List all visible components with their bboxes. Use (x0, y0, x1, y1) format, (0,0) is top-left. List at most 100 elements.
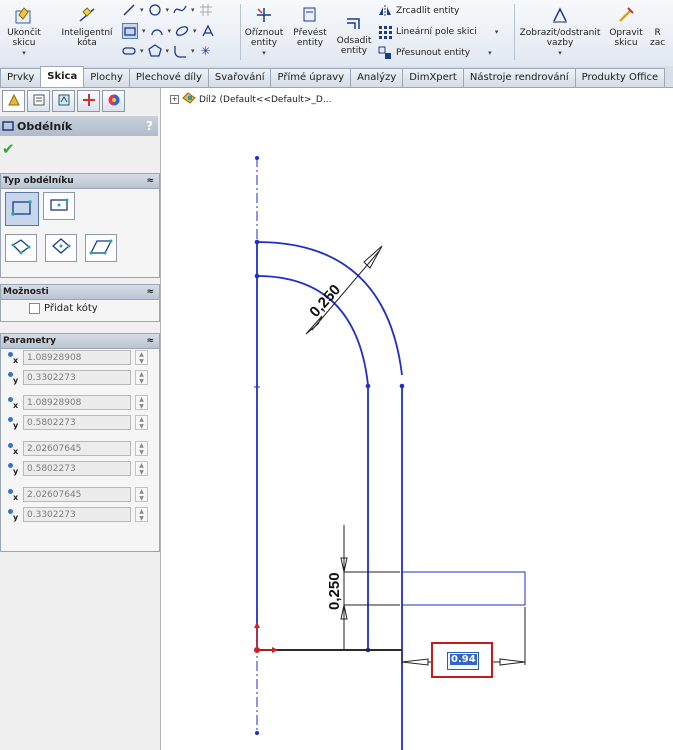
parameter-field[interactable]: 0.5802273 (23, 415, 131, 430)
slot-icon[interactable] (122, 44, 136, 58)
tab-8[interactable]: Nástroje rendrování (462, 68, 576, 87)
corner-rectangle-icon (10, 198, 34, 221)
group-header[interactable]: Možnosti ≈ (1, 285, 159, 300)
tab-6[interactable]: Analýzy (350, 68, 404, 87)
spin-buttons[interactable]: ▲ ▼ (135, 507, 148, 522)
coordinate-y-icon: y (8, 509, 22, 522)
tab-9[interactable]: Produkty Office (574, 68, 666, 87)
spline-icon[interactable] (173, 3, 187, 17)
ok-check-icon[interactable]: ✔ (2, 140, 15, 158)
tab-2[interactable]: Plochy (83, 68, 130, 87)
parameter-field[interactable]: 1.08928908 (23, 350, 131, 365)
convert-icon (299, 4, 321, 26)
line-icon[interactable] (122, 3, 136, 17)
dimension-value-field[interactable]: 0.94 (447, 652, 479, 670)
parameter-row: x 1.08928908 ▲ ▼ (1, 394, 159, 412)
offset-entities-button[interactable]: Odsadit entity (334, 10, 374, 70)
convert-label: Převést entity (293, 28, 327, 48)
display-manager-tab[interactable] (102, 90, 125, 112)
tab-0[interactable]: Prvky (0, 68, 42, 87)
spin-buttons[interactable]: ▲ ▼ (135, 487, 148, 502)
tab-1[interactable]: Skica (40, 66, 85, 87)
add-dimensions-checkbox[interactable] (29, 303, 40, 314)
tab-7[interactable]: DimXpert (402, 68, 464, 87)
smart-dimension-button[interactable]: Inteligentní kóta (58, 2, 116, 62)
parameter-row: x 2.02607645 ▲ ▼ (1, 440, 159, 458)
collapse-icon: ≈ (146, 287, 154, 297)
corner-rectangle-button[interactable] (5, 192, 39, 226)
collapse-icon: ≈ (146, 176, 154, 186)
collapse-icon: ≈ (146, 336, 154, 346)
spin-buttons[interactable]: ▲ ▼ (135, 350, 148, 365)
grid-icon[interactable] (199, 3, 213, 17)
ellipse-icon[interactable] (175, 24, 189, 38)
repair-sketch-button[interactable]: Opravit skicu (606, 2, 646, 62)
parameter-row: y 0.3302273 ▲ ▼ (1, 506, 159, 524)
3point-corner-icon (10, 237, 32, 260)
dimension-input-box[interactable]: 0.94 (431, 642, 493, 678)
spin-buttons[interactable]: ▲ ▼ (135, 370, 148, 385)
center-rectangle-button[interactable] (43, 192, 75, 220)
group-header[interactable]: Parametry ≈ (1, 334, 159, 349)
tab-4[interactable]: Svařování (207, 68, 272, 87)
spin-buttons[interactable]: ▲ ▼ (135, 461, 148, 476)
parallelogram-button[interactable] (85, 234, 117, 262)
linear-pattern-icon (378, 25, 392, 39)
part-label[interactable]: Díl2 (Default<<Default>_D... (199, 95, 331, 105)
expand-icon[interactable]: + (170, 95, 179, 104)
help-icon[interactable]: ? (146, 119, 153, 133)
spin-buttons[interactable]: ▲ ▼ (135, 415, 148, 430)
circle-icon[interactable] (148, 3, 162, 17)
display-relations-button[interactable]: Zobrazit/odstranit vazby ▾ (518, 2, 602, 62)
sketch-tools-row-2: ▾ ▾ ▾ (122, 23, 215, 39)
parameter-field[interactable]: 2.02607645 (23, 487, 131, 502)
3point-center-icon (50, 237, 72, 260)
3point-corner-rectangle-button[interactable] (5, 234, 37, 262)
property-manager-tab[interactable] (27, 90, 50, 112)
parameter-field[interactable]: 0.3302273 (23, 370, 131, 385)
feature-manager-tab[interactable] (2, 90, 25, 112)
move-icon (378, 46, 392, 60)
exit-sketch-button[interactable]: Ukončit skicu ▾ (2, 2, 46, 62)
parameter-field[interactable]: 0.5802273 (23, 461, 131, 476)
parameter-row: y 0.3302273 ▲ ▼ (1, 369, 159, 387)
dimxpert-icon (82, 93, 96, 110)
smart-dimension-icon (76, 4, 98, 26)
move-entities-button[interactable]: Přesunout entity ▾ (378, 46, 492, 60)
convert-entities-button[interactable]: Převést entity (290, 2, 330, 62)
3point-center-rectangle-button[interactable] (45, 234, 77, 262)
tab-5[interactable]: Přímé úpravy (270, 68, 352, 87)
spin-buttons[interactable]: ▲ ▼ (135, 395, 148, 410)
coordinate-x-icon: x (8, 489, 22, 502)
fillet-icon[interactable] (173, 44, 187, 58)
add-dimensions-option[interactable]: Přidat kóty (29, 303, 98, 314)
parameter-field[interactable]: 1.08928908 (23, 395, 131, 410)
property-icon (32, 93, 46, 110)
graphics-area[interactable] (161, 88, 673, 750)
tab-3[interactable]: Plechové díly (128, 68, 209, 87)
polygon-icon[interactable] (147, 44, 162, 58)
parameter-field[interactable]: 2.02607645 (23, 441, 131, 456)
spin-buttons[interactable]: ▲ ▼ (135, 441, 148, 456)
axis-label: y (13, 376, 19, 385)
parameter-field[interactable]: 0.3302273 (23, 507, 131, 522)
part-icon (182, 92, 196, 107)
mirror-entities-button[interactable]: Zrcadlit entity (378, 4, 459, 18)
dimxpert-manager-tab[interactable] (77, 90, 100, 112)
trim-label: Oříznout entity (244, 28, 284, 48)
axis-label: y (13, 467, 19, 476)
point-icon[interactable]: ✳ (199, 44, 213, 58)
coordinate-y-icon: y (8, 463, 22, 476)
group-header[interactable]: Typ obdélníku ≈ (1, 174, 159, 189)
trim-icon (253, 4, 275, 26)
linear-pattern-button[interactable]: Lineární pole skici ▾ (378, 25, 498, 39)
quick-snaps-button[interactable]: R zac (650, 2, 673, 62)
command-manager-tabs: Prvky Skica Plochy Plechové díly Svařování Př… (0, 66, 673, 88)
trim-entities-button[interactable]: Oříznout entity ▾ (244, 2, 284, 62)
rectangle-icon[interactable] (122, 23, 138, 39)
configuration-manager-tab[interactable] (52, 90, 75, 112)
mirror-icon (378, 4, 392, 18)
text-icon[interactable] (201, 24, 215, 38)
arc-icon[interactable] (150, 24, 164, 38)
parameters-group: Parametry ≈ x 1.08928908 ▲ ▼ y 0.3302273 ▲ ▼ x 1.0… (0, 333, 160, 552)
